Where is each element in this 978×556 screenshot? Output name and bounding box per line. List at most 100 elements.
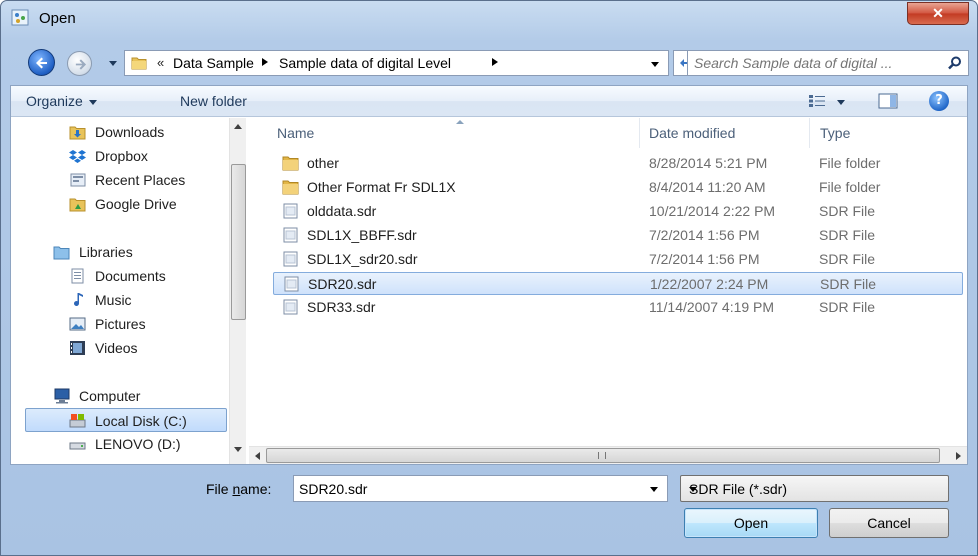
sort-ascending-icon [456, 120, 464, 124]
file-name: SDR33.sdr [307, 299, 376, 315]
file-date: 1/22/2007 2:24 PM [650, 276, 769, 292]
column-header-name[interactable]: Name [277, 125, 314, 141]
address-bar[interactable]: « Data Sample Sample data of digital Lev… [124, 50, 669, 76]
close-button[interactable]: ✕ [907, 2, 969, 25]
nav-item-pictures[interactable]: Pictures [11, 312, 229, 336]
file-date: 7/2/2014 1:56 PM [649, 251, 760, 267]
file-name-input[interactable] [299, 480, 629, 498]
nav-item-label: Documents [95, 268, 166, 284]
file-icon [283, 203, 298, 219]
chevron-down-icon[interactable] [650, 487, 658, 492]
folder-icon [131, 57, 147, 70]
local-disk-icon [69, 414, 86, 428]
file-row[interactable]: SDL1X_BBFF.sdr 7/2/2014 1:56 PM SDR File [273, 224, 963, 247]
file-list-horizontal-scrollbar[interactable] [249, 446, 967, 464]
open-button[interactable]: Open [684, 508, 818, 538]
file-name-label-part: ame: [240, 481, 272, 497]
nav-item-label: Pictures [95, 316, 146, 332]
music-icon [74, 293, 83, 306]
computer-icon [54, 388, 70, 404]
file-name-label-part: File [206, 481, 233, 497]
view-options-dropdown[interactable] [837, 100, 845, 105]
file-name: other [307, 155, 339, 171]
app-icon [11, 9, 29, 26]
change-view-icon[interactable] [808, 94, 826, 108]
browser-content: Organize New folder ? Downloads Dropbox … [10, 85, 968, 465]
organize-menu[interactable]: Organize [26, 93, 97, 109]
chevron-down-icon [88, 99, 97, 105]
window-title: Open [39, 10, 76, 27]
search-box[interactable] [687, 50, 969, 76]
scroll-thumb[interactable] [231, 164, 246, 320]
file-type: SDR File [819, 203, 876, 219]
nav-item-label: Computer [79, 388, 141, 404]
forward-button[interactable] [67, 51, 92, 76]
nav-item-label: Google Drive [95, 196, 177, 212]
nav-item-lenovo-d[interactable]: LENOVO (D:) [11, 432, 229, 456]
cancel-button[interactable]: Cancel [829, 508, 949, 538]
back-button[interactable] [28, 49, 55, 76]
nav-pane-scrollbar[interactable] [229, 118, 246, 464]
scroll-thumb[interactable] [266, 448, 940, 463]
file-type-select[interactable]: SDR File (*.sdr) [680, 475, 949, 502]
column-divider[interactable] [639, 118, 640, 148]
file-type: SDR File [819, 299, 876, 315]
organize-label: Organize [26, 93, 83, 109]
new-folder-button[interactable]: New folder [180, 93, 247, 109]
nav-item-local-disk[interactable]: Local Disk (C:) [25, 408, 227, 432]
file-icon [283, 251, 298, 267]
column-header-type[interactable]: Type [820, 125, 850, 141]
file-row-selected[interactable]: SDR20.sdr 1/22/2007 2:24 PM SDR File [273, 272, 963, 295]
chevron-down-icon [689, 487, 697, 492]
search-input[interactable] [694, 54, 939, 72]
column-header-date[interactable]: Date modified [649, 125, 735, 141]
nav-item-recent-places[interactable]: Recent Places [11, 168, 229, 192]
nav-item-documents[interactable]: Documents [11, 264, 229, 288]
nav-item-computer[interactable]: Computer [11, 384, 229, 408]
scroll-up-icon[interactable] [234, 124, 242, 129]
file-name-combobox[interactable] [293, 475, 668, 502]
scroll-left-icon[interactable] [255, 452, 260, 460]
nav-item-label: Libraries [79, 244, 133, 260]
address-overflow[interactable]: « [157, 55, 164, 70]
help-icon[interactable]: ? [929, 91, 949, 111]
file-type: SDR File [819, 227, 876, 243]
scroll-right-icon[interactable] [956, 452, 961, 460]
breadcrumb-sample-data[interactable]: Sample data of digital Level [279, 55, 451, 71]
nav-item-libraries[interactable]: Libraries [11, 240, 229, 264]
file-row[interactable]: SDL1X_sdr20.sdr 7/2/2014 1:56 PM SDR Fil… [273, 248, 963, 271]
nav-item-downloads[interactable]: Downloads [11, 120, 229, 144]
nav-item-label: LENOVO (D:) [95, 436, 181, 452]
breadcrumb-separator-icon[interactable] [261, 57, 269, 67]
file-type: File folder [819, 155, 881, 171]
nav-item-label: Videos [95, 340, 138, 356]
file-row[interactable]: Other Format Fr SDL1X 8/4/2014 11:20 AM … [273, 176, 963, 199]
nav-item-dropbox[interactable]: Dropbox [11, 144, 229, 168]
nav-item-label: Local Disk (C:) [95, 413, 187, 429]
nav-item-google-drive[interactable]: Google Drive [11, 192, 229, 216]
file-name: SDL1X_BBFF.sdr [307, 227, 417, 243]
downloads-folder-icon [69, 126, 86, 140]
file-date: 7/2/2014 1:56 PM [649, 227, 760, 243]
file-name: Other Format Fr SDL1X [307, 179, 456, 195]
nav-item-label: Downloads [95, 124, 165, 140]
file-row[interactable]: olddata.sdr 10/21/2014 2:22 PM SDR File [273, 200, 963, 223]
nav-item-videos[interactable]: Videos [11, 336, 229, 360]
search-icon[interactable] [948, 56, 962, 70]
breadcrumb-data-sample[interactable]: Data Sample [173, 55, 254, 71]
preview-pane-icon[interactable] [878, 93, 898, 109]
title-bar[interactable]: Open ✕ [1, 1, 977, 35]
nav-item-music[interactable]: Music [11, 288, 229, 312]
column-divider[interactable] [809, 118, 810, 148]
scroll-down-icon[interactable] [234, 447, 242, 452]
breadcrumb-separator-icon[interactable] [491, 57, 499, 67]
drive-icon [69, 442, 86, 450]
file-row[interactable]: other 8/28/2014 5:21 PM File folder [273, 152, 963, 175]
file-row[interactable]: SDR33.sdr 11/14/2007 4:19 PM SDR File [273, 296, 963, 319]
file-type: SDR File [819, 251, 876, 267]
file-date: 8/4/2014 11:20 AM [649, 179, 766, 195]
recent-locations-dropdown[interactable] [107, 57, 119, 69]
nav-item-label: Music [95, 292, 132, 308]
file-type: File folder [819, 179, 881, 195]
address-dropdown-icon[interactable] [650, 61, 660, 69]
